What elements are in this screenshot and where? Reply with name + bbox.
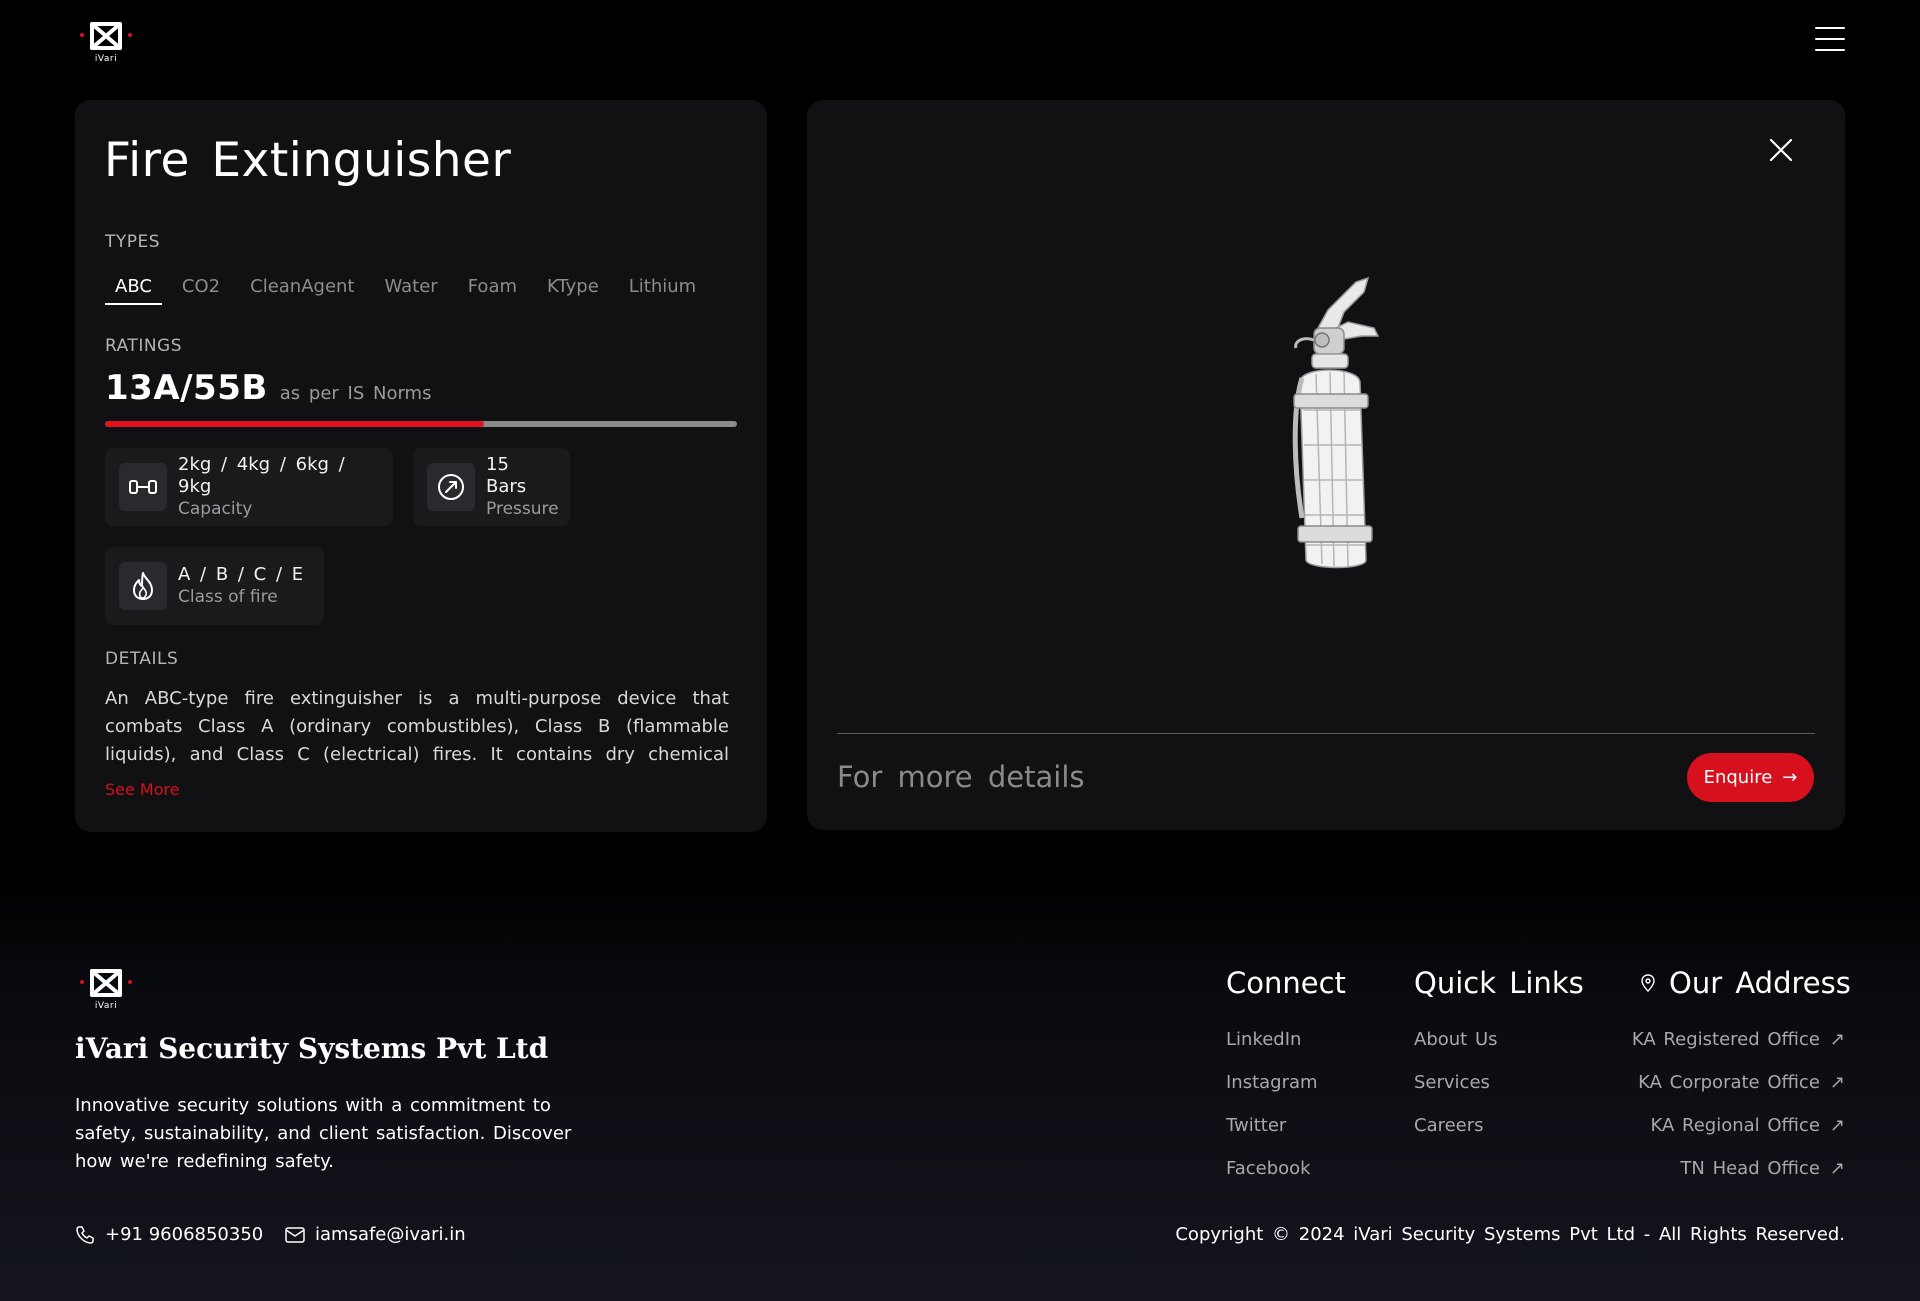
- capacity-value: 2kg / 4kg / 6kg / 9kg: [178, 453, 345, 497]
- connect-title: Connect: [1226, 966, 1346, 1000]
- flame-icon: [119, 562, 167, 610]
- tab-cleanagent[interactable]: CleanAgent: [240, 276, 364, 305]
- email-contact[interactable]: iamsafe@ivari.in: [285, 1224, 466, 1245]
- fire-extinguisher-3d-model[interactable]: [1266, 270, 1396, 570]
- company-name: iVari Security Systems Pvt Ltd: [75, 1032, 549, 1065]
- product-viewer-card: For more details Enquire →: [807, 100, 1845, 830]
- capacity-spec: 2kg / 4kg / 6kg / 9kg Capacity: [105, 448, 393, 526]
- instagram-link[interactable]: Instagram: [1226, 1072, 1318, 1093]
- types-label: TYPES: [105, 232, 161, 252]
- linkedin-link[interactable]: LinkedIn: [1226, 1029, 1301, 1050]
- phone-icon: [76, 1225, 94, 1244]
- copyright-text: Copyright © 2024 iVari Security Systems …: [1175, 1224, 1845, 1245]
- services-link[interactable]: Services: [1414, 1072, 1490, 1093]
- logo-text: iVari: [94, 54, 118, 64]
- menu-line: [1815, 49, 1845, 51]
- weight-range-icon: [119, 463, 167, 511]
- company-description: Innovative security solutions with a com…: [75, 1095, 572, 1172]
- rating-value: 13A/55B: [105, 368, 268, 408]
- about-us-link[interactable]: About Us: [1414, 1029, 1498, 1050]
- close-icon[interactable]: [1767, 136, 1795, 164]
- quick-links-title: Quick Links: [1414, 966, 1584, 1000]
- menu-line: [1815, 38, 1845, 40]
- tab-water[interactable]: Water: [375, 276, 448, 305]
- logo-text: iVari: [94, 1001, 118, 1011]
- tab-abc[interactable]: ABC: [105, 276, 162, 305]
- address-title-text: Our Address: [1669, 966, 1851, 1000]
- product-info-card: Fire Extinguisher TYPES ABC CO2 CleanAge…: [75, 100, 767, 832]
- enquire-button[interactable]: Enquire →: [1687, 753, 1814, 802]
- careers-link[interactable]: Careers: [1414, 1115, 1484, 1136]
- phone-number: +91 9606850350: [105, 1224, 264, 1245]
- ka-corporate-office-link[interactable]: KA Corporate Office ↗: [1638, 1072, 1845, 1093]
- page: iVari Fire Extinguisher TYPES ABC CO2 Cl…: [0, 0, 1920, 1301]
- more-details-text: For more details: [837, 760, 1085, 794]
- address-link-label: TN Head Office: [1680, 1158, 1820, 1179]
- address-title: Our Address: [1641, 966, 1851, 1000]
- external-arrow-icon: ↗: [1829, 1115, 1845, 1136]
- mail-icon: [285, 1226, 305, 1243]
- details-text: An ABC-type fire extinguisher is a multi…: [105, 688, 729, 765]
- tab-foam[interactable]: Foam: [458, 276, 527, 305]
- address-link-label: KA Corporate Office: [1638, 1072, 1820, 1093]
- fire-class-value: A / B / C / E: [178, 563, 304, 585]
- rating-note: as per IS Norms: [279, 383, 432, 404]
- see-more-link[interactable]: See More: [105, 780, 180, 799]
- type-tabs: ABC CO2 CleanAgent Water Foam KType Lith…: [105, 276, 716, 305]
- capacity-caption: Capacity: [178, 498, 253, 519]
- hamburger-menu-button[interactable]: [1815, 27, 1845, 54]
- rating-bar-fill: [105, 421, 485, 427]
- rating-row: 13A/55B as per IS Norms: [105, 368, 431, 408]
- menu-line: [1815, 27, 1845, 29]
- ka-registered-office-link[interactable]: KA Registered Office ↗: [1632, 1029, 1845, 1050]
- pressure-caption: Pressure: [486, 498, 559, 519]
- details-label: DETAILS: [105, 649, 179, 669]
- address-link-label: KA Regional Office: [1650, 1115, 1820, 1136]
- logo-mark-icon: [80, 22, 132, 50]
- tab-co2[interactable]: CO2: [172, 276, 230, 305]
- product-title: Fire Extinguisher: [104, 133, 512, 188]
- facebook-link[interactable]: Facebook: [1226, 1158, 1311, 1179]
- tn-head-office-link[interactable]: TN Head Office ↗: [1680, 1158, 1845, 1179]
- brand-logo[interactable]: iVari: [78, 18, 134, 64]
- ka-regional-office-link[interactable]: KA Regional Office ↗: [1650, 1115, 1845, 1136]
- fire-class-spec: A / B / C / E Class of fire: [105, 547, 324, 625]
- external-arrow-icon: ↗: [1829, 1158, 1845, 1179]
- external-arrow-icon: ↗: [1829, 1029, 1845, 1050]
- footer-brand-logo[interactable]: iVari: [78, 965, 134, 1011]
- pressure-value: 15 Bars: [486, 453, 527, 497]
- arrow-right-icon: →: [1782, 767, 1798, 788]
- logo-mark-icon: [80, 969, 132, 997]
- twitter-link[interactable]: Twitter: [1226, 1115, 1286, 1136]
- email-address: iamsafe@ivari.in: [315, 1224, 466, 1245]
- location-pin-icon: [1641, 974, 1655, 992]
- fire-class-caption: Class of fire: [178, 586, 278, 607]
- ratings-label: RATINGS: [105, 336, 183, 356]
- enquire-label: Enquire: [1703, 767, 1773, 788]
- address-link-label: KA Registered Office: [1631, 1029, 1820, 1050]
- pressure-gauge-icon: [427, 463, 475, 511]
- pressure-spec: 15 Bars Pressure: [413, 448, 570, 526]
- tab-lithium[interactable]: Lithium: [619, 276, 706, 305]
- phone-contact[interactable]: +91 9606850350: [75, 1224, 263, 1245]
- external-arrow-icon: ↗: [1829, 1072, 1845, 1093]
- rating-bar: [105, 421, 737, 427]
- viewer-divider: [837, 733, 1815, 734]
- tab-ktype[interactable]: KType: [537, 276, 609, 305]
